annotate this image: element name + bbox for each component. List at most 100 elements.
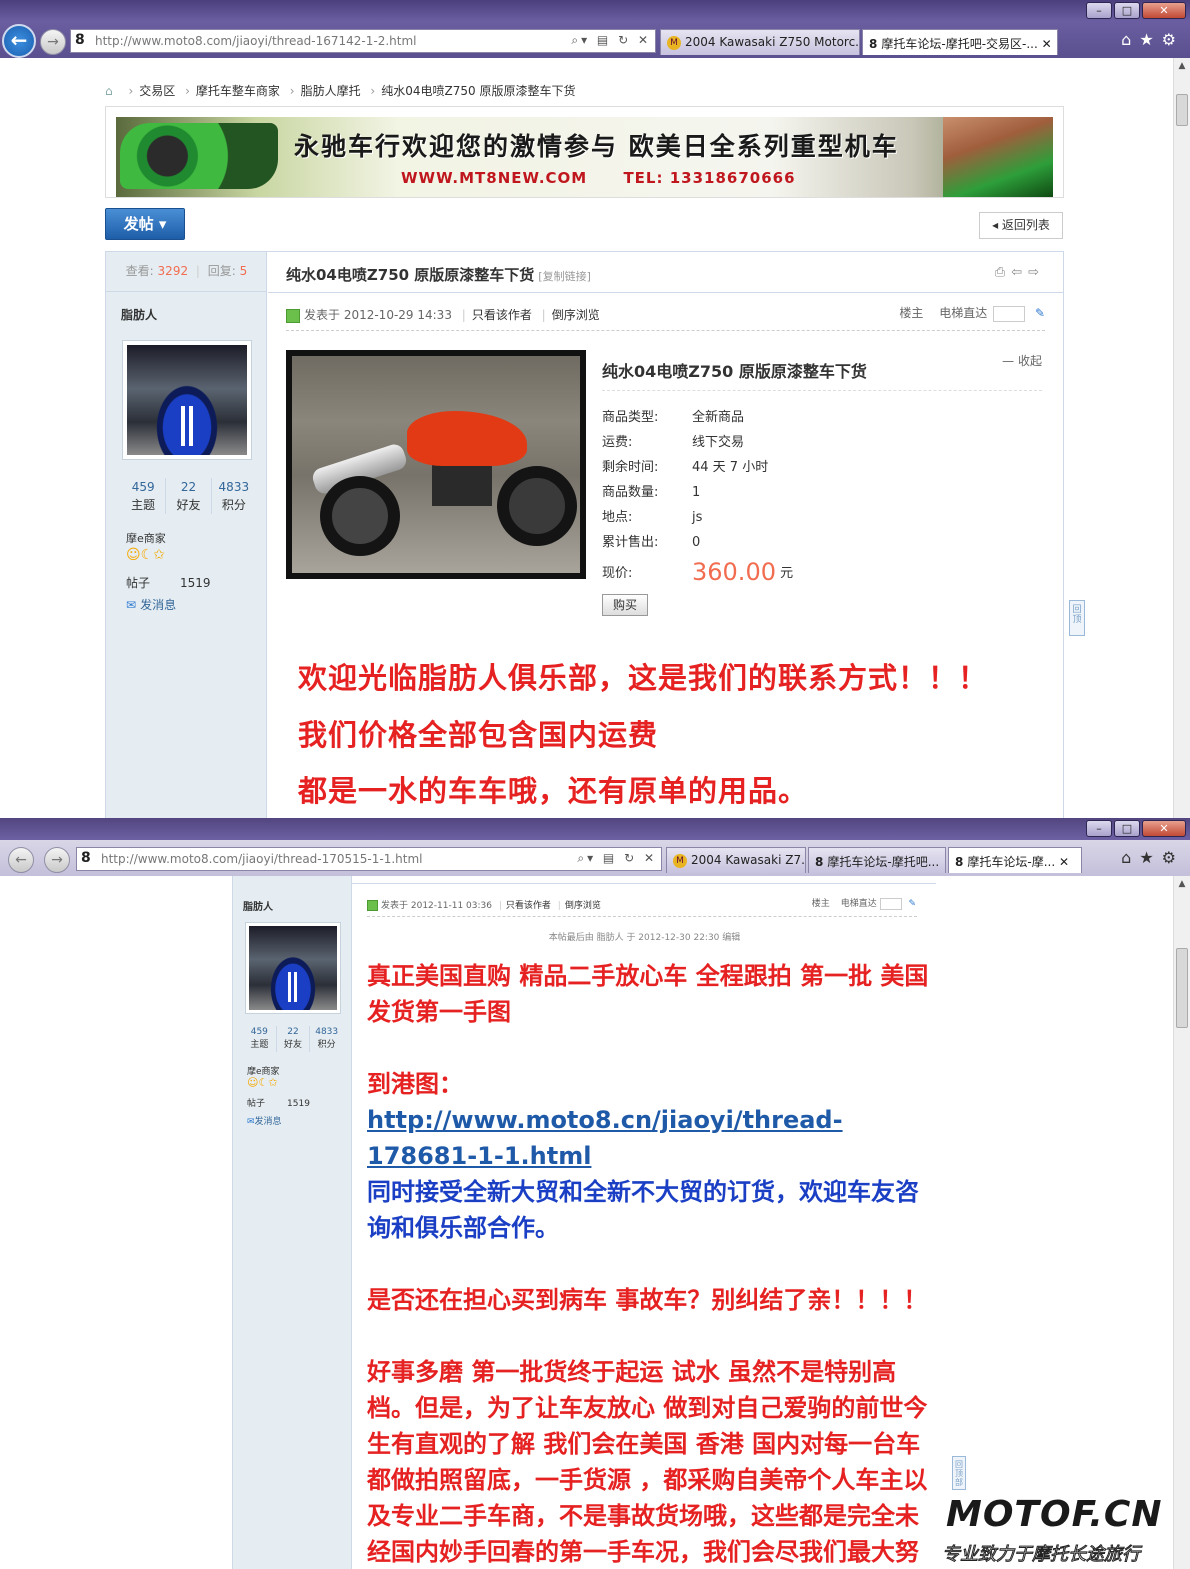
friends-count[interactable]: 22 bbox=[287, 1027, 298, 1037]
author-name[interactable]: 脂肪人 bbox=[121, 306, 157, 323]
post-meta: 发表于 2012-10-29 14:33 | 只看该作者 | 倒序浏览 bbox=[286, 306, 600, 323]
avatar[interactable] bbox=[122, 340, 252, 460]
post-floor-tools: 楼主 电梯直达 ✎ bbox=[812, 896, 916, 910]
points-count[interactable]: 4833 bbox=[219, 480, 250, 494]
forward-arrow-icon[interactable]: → bbox=[44, 847, 70, 873]
nav-bar: ← → 8 http://www.moto8.com/jiaoyi/thread… bbox=[0, 22, 1190, 58]
tab-kawasaki[interactable]: M 2004 Kawasaki Z750 Motorc... bbox=[660, 29, 860, 55]
copy-link[interactable]: [复制链接] bbox=[538, 270, 591, 283]
post-count: 帖子 1519 bbox=[247, 1099, 310, 1109]
maximize-button[interactable]: □ bbox=[1114, 2, 1140, 19]
close-tab-icon[interactable]: ✕ bbox=[1059, 855, 1069, 869]
floor-jump-input[interactable] bbox=[993, 305, 1026, 322]
forward-arrow-icon[interactable]: → bbox=[40, 29, 66, 55]
motorcycle-photo bbox=[292, 356, 580, 573]
harbor-photos-link[interactable]: http://www.moto8.cn/jiaoyi/thread-178681… bbox=[367, 1106, 843, 1170]
banner-tel: TEL: 13318670666 bbox=[623, 169, 796, 187]
product-row: 剩余时间: 44 天 7 小时 bbox=[602, 460, 769, 475]
close-window-button[interactable]: ✕ bbox=[1142, 2, 1186, 19]
tab-forum-active[interactable]: 8 摩托车论坛-摩... ✕ bbox=[948, 847, 1082, 873]
back-arrow-icon[interactable]: ← bbox=[8, 847, 34, 873]
breadcrumb-item[interactable]: 纯水04电喷Z750 原版原漆整车下货 bbox=[381, 84, 575, 98]
car-avatar-image bbox=[249, 926, 337, 1010]
prev-thread-icon[interactable]: ⇦ bbox=[1011, 265, 1028, 280]
tab-forum[interactable]: 8 摩托车论坛-摩托吧-交易区-... ✕ bbox=[862, 29, 1058, 55]
scrollbar[interactable]: ▲ bbox=[1173, 58, 1190, 818]
tab-favicon-icon: M bbox=[673, 853, 687, 868]
new-post-button[interactable]: 发帖 ▾ bbox=[105, 208, 185, 240]
only-author-link[interactable]: 只看该作者 bbox=[506, 901, 551, 911]
breadcrumb-item[interactable]: 摩托车整车商家 bbox=[196, 84, 280, 98]
banner-site: WWW.MT8NEW.COM bbox=[401, 169, 588, 187]
pen-icon[interactable]: ✎ bbox=[1035, 306, 1045, 320]
friends-count[interactable]: 22 bbox=[181, 480, 196, 494]
address-url[interactable]: http://www.moto8.com/jiaoyi/thread-17051… bbox=[101, 852, 423, 866]
avatar[interactable] bbox=[245, 922, 341, 1014]
tab-kawasaki[interactable]: M 2004 Kawasaki Z7... bbox=[666, 847, 806, 873]
title-bar: – □ ✕ bbox=[0, 818, 1190, 840]
collapse-link[interactable]: — 收起 bbox=[1002, 352, 1042, 369]
thread-stats: 查看: 3292 | 回复: 5 bbox=[106, 252, 267, 292]
browser-window-1: – □ ✕ ← → 8 http://www.moto8.com/jiaoyi/… bbox=[0, 0, 1190, 818]
user-group[interactable]: 摩e商家 bbox=[126, 530, 166, 546]
back-to-top-button[interactable]: 回顶 bbox=[1069, 600, 1085, 636]
pen-icon[interactable]: ✎ bbox=[908, 899, 916, 909]
back-to-top-button[interactable]: 回顶部 bbox=[952, 1456, 966, 1490]
scroll-up-arrow-icon[interactable]: ▲ bbox=[1174, 58, 1190, 74]
close-window-button[interactable]: ✕ bbox=[1142, 820, 1186, 837]
address-bar[interactable]: 8 http://www.moto8.com/jiaoyi/thread-167… bbox=[70, 29, 656, 53]
print-icon[interactable]: ⎙ bbox=[995, 265, 1011, 280]
scrollbar[interactable]: ▲ bbox=[1173, 876, 1190, 1569]
site-favicon-icon: 8 bbox=[75, 32, 85, 48]
thread-tools[interactable]: ⎙⇦⇨ bbox=[995, 265, 1045, 280]
tab-favicon-icon: M bbox=[667, 35, 681, 50]
address-bar[interactable]: 8 http://www.moto8.com/jiaoyi/thread-170… bbox=[76, 847, 662, 871]
floor-jump-input[interactable] bbox=[879, 897, 902, 910]
breadcrumb-item[interactable]: 交易区 bbox=[139, 84, 175, 98]
body-paragraph: 真正美国直购 精品二手放心车 全程跟拍 第一批 美国发货第一手图 bbox=[367, 962, 929, 1026]
reverse-order-link[interactable]: 倒序浏览 bbox=[552, 308, 600, 322]
browser-toolbar-icons[interactable]: ⌂★⚙ bbox=[1121, 30, 1184, 49]
watermark-text: MOTOF.CN bbox=[946, 1494, 1163, 1535]
tab-forum[interactable]: 8 摩托车论坛-摩托吧... bbox=[808, 847, 946, 873]
car-avatar-image bbox=[127, 345, 247, 455]
topics-count[interactable]: 459 bbox=[132, 480, 155, 494]
address-tools-icon[interactable]: ⌕▾ ▤ ↻ ✕ bbox=[571, 33, 651, 48]
body-text-line: 欢迎光临脂肪人俱乐部，这是我们的联系方式！！！ bbox=[298, 661, 989, 695]
address-tools-icon[interactable]: ⌕▾ ▤ ↻ ✕ bbox=[577, 851, 657, 866]
tab-favicon-icon: 8 bbox=[955, 855, 964, 869]
address-url[interactable]: http://www.moto8.com/jiaoyi/thread-16714… bbox=[95, 34, 417, 48]
product-row: 商品数量: 1 bbox=[602, 485, 701, 500]
buy-button[interactable]: 购买 bbox=[602, 594, 648, 616]
product-image[interactable] bbox=[286, 350, 586, 579]
minimize-button[interactable]: – bbox=[1086, 820, 1112, 837]
back-arrow-icon[interactable]: ← bbox=[2, 24, 36, 58]
banner-contact: WWW.MT8NEW.COM TEL: 13318670666 bbox=[401, 169, 826, 187]
level-badges-icon: ☺☾✩ bbox=[126, 547, 165, 563]
floor-label: 楼主 bbox=[899, 306, 924, 320]
level-badges-icon: ☺☾✩ bbox=[247, 1076, 278, 1089]
back-to-list-button[interactable]: ◂ 返回列表 bbox=[979, 212, 1063, 239]
thread-title: 纯水04电喷Z750 原版原漆整车下货 [复制链接] bbox=[286, 266, 591, 284]
send-message-link[interactable]: ✉发消息 bbox=[126, 596, 176, 613]
minimize-button[interactable]: – bbox=[1086, 2, 1112, 19]
next-thread-icon[interactable]: ⇨ bbox=[1028, 265, 1045, 280]
replies-count: 5 bbox=[239, 264, 248, 278]
points-count[interactable]: 4833 bbox=[315, 1027, 338, 1037]
breadcrumb-item[interactable]: 脂肪人摩托 bbox=[301, 84, 361, 98]
send-message-link[interactable]: ✉发消息 bbox=[247, 1114, 282, 1127]
browser-toolbar-icons[interactable]: ⌂★⚙ bbox=[1121, 848, 1184, 867]
scroll-up-arrow-icon[interactable]: ▲ bbox=[1174, 876, 1190, 892]
only-author-link[interactable]: 只看该作者 bbox=[472, 308, 532, 322]
close-tab-icon[interactable]: ✕ bbox=[1042, 37, 1052, 51]
topics-count[interactable]: 459 bbox=[251, 1027, 268, 1037]
scroll-thumb[interactable] bbox=[1176, 94, 1188, 126]
product-row: 运费: 线下交易 bbox=[602, 435, 745, 450]
reverse-order-link[interactable]: 倒序浏览 bbox=[565, 901, 601, 911]
scroll-thumb[interactable] bbox=[1176, 948, 1188, 1028]
thread-container: 脂肪人 459 主题 22 好友 4833 积分 摩e商家 ☺☾✩ 帖子 1519 ✉发… bbox=[232, 876, 936, 1569]
author-name[interactable]: 脂肪人 bbox=[243, 898, 273, 913]
ad-banner[interactable]: 永驰车行欢迎您的激情参与 欧美日全系列重型机车 WWW.MT8NEW.COM T… bbox=[116, 117, 1053, 197]
maximize-button[interactable]: □ bbox=[1114, 820, 1140, 837]
home-icon[interactable]: ⌂ bbox=[105, 84, 113, 98]
